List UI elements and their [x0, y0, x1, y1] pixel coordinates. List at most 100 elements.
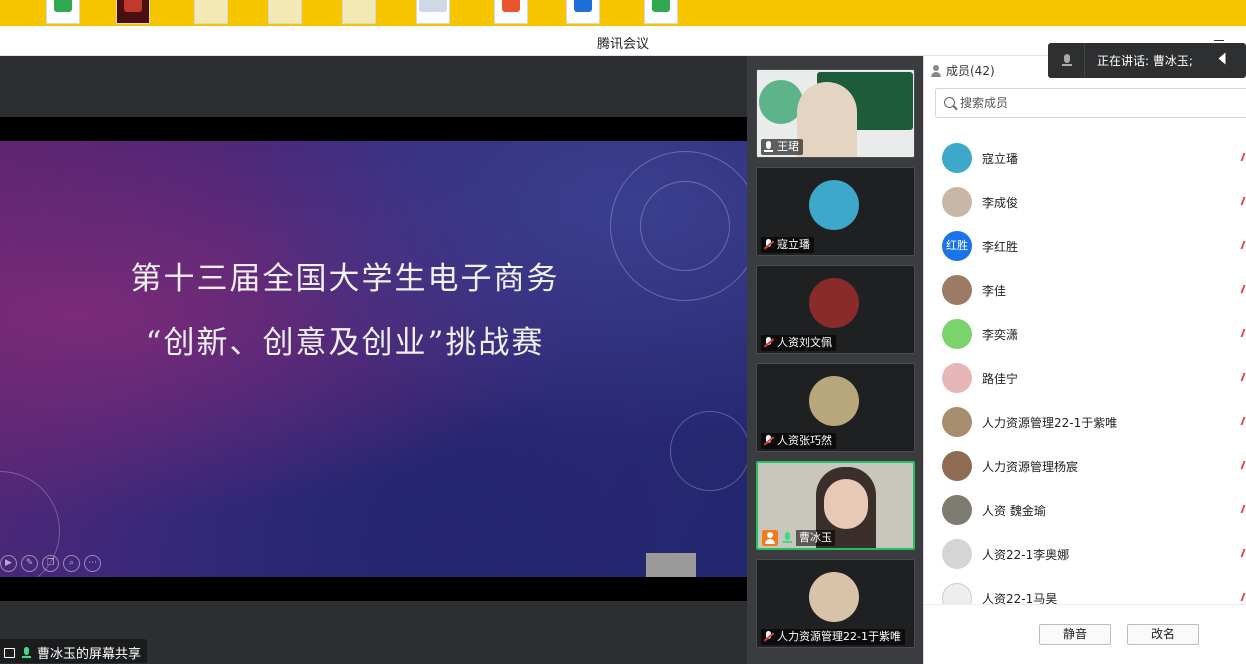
member-item[interactable]: 人资 魏金瑜 — [942, 494, 1246, 526]
avatar — [809, 180, 859, 230]
video-tile[interactable]: 人力资源管理22-1于紫唯 — [756, 559, 915, 648]
presentation-file-icon[interactable] — [494, 0, 528, 24]
person-icon — [930, 64, 942, 77]
search-icon — [944, 97, 955, 108]
member-name: 人资22-1李奥娜 — [982, 547, 1070, 562]
archive-file-icon-3[interactable] — [342, 0, 376, 24]
member-list[interactable]: 寇立璠 李成俊 红胜 李红胜 李佳 李奕潇 路佳宁 人力资源管理22-1于紫唯 … — [924, 136, 1246, 606]
members-footer: 静音 改名 — [924, 604, 1246, 664]
mic-on-icon — [21, 646, 31, 659]
video-column[interactable]: 王珺 寇立璠 人资刘文佩 人资张巧然 曹冰玉 人力资源管理22-1于紫唯 — [747, 56, 923, 664]
avatar — [942, 275, 972, 305]
video-tile-name: 王珺 — [777, 140, 799, 153]
shared-slide: 第十三届全国大学生电子商务 “创新、创意及创业”挑战赛 ▶ ✎ ❐ ⌕ ⋯ — [0, 141, 747, 577]
participant-face — [824, 479, 868, 529]
copy-icon[interactable]: ❐ — [42, 555, 59, 572]
video-tile-active-speaker[interactable]: 曹冰玉 — [756, 461, 915, 550]
collapse-caret-icon[interactable] — [1218, 52, 1226, 65]
mic-muted-icon — [1237, 373, 1246, 381]
spreadsheet-file-icon-2[interactable] — [644, 0, 678, 24]
letterbox-bottom — [0, 577, 747, 601]
member-item[interactable]: 人资22-1马昊 — [942, 582, 1246, 606]
member-name: 人资 魏金瑜 — [982, 503, 1046, 518]
video-tile-name: 曹冰玉 — [796, 530, 835, 546]
more-icon[interactable]: ⋯ — [84, 555, 101, 572]
slide-gray-block — [646, 553, 696, 577]
video-tile[interactable]: 人资张巧然 — [756, 363, 915, 452]
member-item[interactable]: 人力资源管理杨宸 — [942, 450, 1246, 482]
member-item[interactable]: 路佳宁 — [942, 362, 1246, 394]
members-panel: 成员(42) 寇立璠 李成俊 红胜 李红胜 — [923, 56, 1246, 664]
share-label-text: 曹冰玉的屏幕共享 — [37, 647, 142, 662]
screen-share-area: 第十三届全国大学生电子商务 “创新、创意及创业”挑战赛 ▶ ✎ ❐ ⌕ ⋯ — [0, 56, 747, 664]
host-icon — [762, 530, 778, 546]
member-name: 李成俊 — [982, 195, 1019, 210]
member-item[interactable]: 李佳 — [942, 274, 1246, 306]
video-tile-label: 人资刘文佩 — [761, 335, 836, 351]
member-item[interactable]: 李成俊 — [942, 186, 1246, 218]
member-item[interactable]: 人力资源管理22-1于紫唯 — [942, 406, 1246, 438]
members-header: 成员(42) — [930, 62, 995, 79]
video-tile[interactable]: 寇立璠 — [756, 167, 915, 256]
mic-icon — [1062, 53, 1072, 68]
member-name: 人力资源管理杨宸 — [982, 459, 1079, 474]
avatar — [942, 583, 972, 606]
mic-muted-icon — [763, 631, 773, 643]
member-item[interactable]: 红胜 李红胜 — [942, 230, 1246, 262]
member-item[interactable]: 李奕潇 — [942, 318, 1246, 350]
mic-on-icon — [782, 532, 792, 544]
letterbox-top — [0, 117, 747, 141]
archive-file-icon[interactable] — [194, 0, 228, 24]
play-icon[interactable]: ▶ — [0, 555, 17, 572]
avatar — [809, 376, 859, 426]
member-search-box[interactable] — [935, 88, 1246, 118]
video-tile[interactable]: 人资刘文佩 — [756, 265, 915, 354]
pdf-file-icon[interactable] — [116, 0, 150, 24]
member-item[interactable]: 寇立璠 — [942, 142, 1246, 174]
archive-file-icon-2[interactable] — [268, 0, 302, 24]
video-tile-label: 曹冰玉 — [762, 530, 839, 546]
video-tile-label: 王珺 — [761, 139, 803, 155]
mic-muted-icon — [1237, 549, 1246, 557]
mic-muted-icon — [763, 435, 773, 447]
rename-button[interactable]: 改名 — [1127, 624, 1199, 645]
minimize-icon[interactable] — [1214, 40, 1224, 41]
avatar — [942, 407, 972, 437]
member-name: 路佳宁 — [982, 371, 1019, 386]
member-search-input[interactable] — [960, 92, 1240, 114]
slide-controls: ▶ ✎ ❐ ⌕ ⋯ — [0, 555, 101, 573]
mic-muted-icon — [1237, 417, 1246, 425]
avatar — [942, 363, 972, 393]
avatar: 红胜 — [942, 231, 972, 261]
speaking-indicator: 正在讲话: 曹冰玉; — [1048, 43, 1246, 78]
mic-muted-icon — [1237, 241, 1246, 249]
video-tile-name: 人力资源管理22-1于紫唯 — [777, 630, 901, 643]
table-file-icon[interactable] — [416, 0, 450, 24]
zoom-icon[interactable]: ⌕ — [63, 555, 80, 572]
slide-title-line2: “创新、创意及创业”挑战赛 — [145, 325, 545, 361]
participant-video — [797, 82, 857, 157]
divider — [1084, 43, 1085, 78]
avatar — [942, 495, 972, 525]
member-item[interactable]: 人资22-1李奥娜 — [942, 538, 1246, 570]
pen-icon[interactable]: ✎ — [21, 555, 38, 572]
video-tile-label: 人力资源管理22-1于紫唯 — [761, 629, 905, 645]
member-name: 李红胜 — [982, 239, 1019, 254]
member-name: 人力资源管理22-1于紫唯 — [982, 415, 1118, 430]
spreadsheet-file-icon[interactable] — [46, 0, 80, 24]
video-tile-name: 人资张巧然 — [777, 434, 832, 447]
app-shortcut-icon[interactable] — [566, 0, 600, 24]
avatar — [942, 143, 972, 173]
member-name: 寇立璠 — [982, 151, 1019, 166]
video-tile-label: 寇立璠 — [761, 237, 814, 253]
video-tile-name: 人资刘文佩 — [777, 336, 832, 349]
mute-all-button[interactable]: 静音 — [1039, 624, 1111, 645]
share-screen-icon — [4, 647, 15, 658]
video-tile[interactable]: 王珺 — [756, 69, 915, 158]
decor-ring — [670, 411, 747, 491]
mic-muted-icon — [1237, 197, 1246, 205]
mic-muted-icon — [763, 337, 773, 349]
mic-muted-icon — [1237, 329, 1246, 337]
avatar — [942, 451, 972, 481]
avatar — [942, 539, 972, 569]
